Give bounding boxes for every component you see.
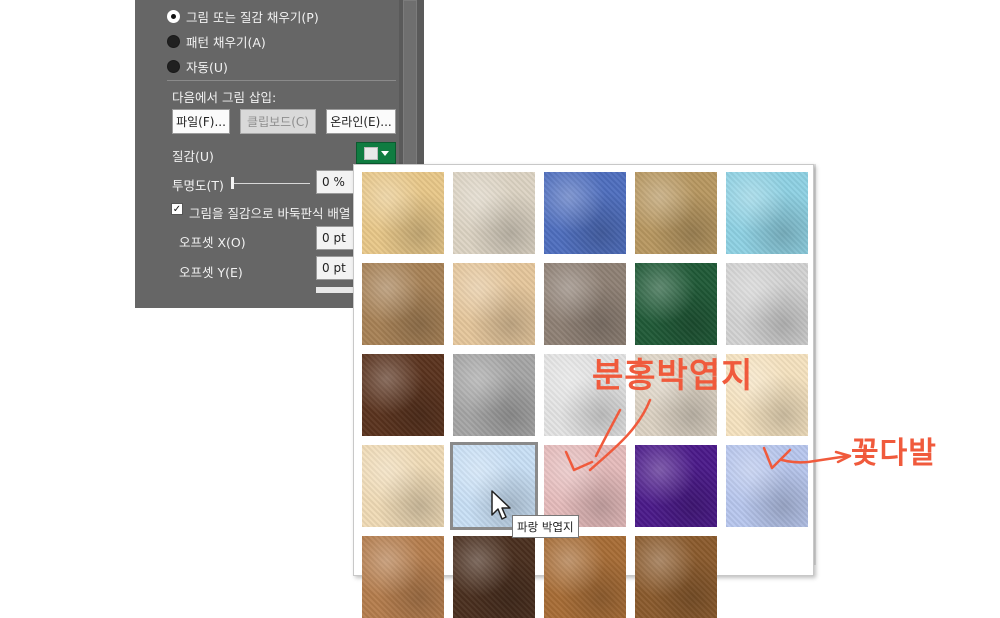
texture-green-marble[interactable] [635,263,717,345]
texture-tooltip: 파랑 박엽지 [512,515,579,538]
texture-paper-bag[interactable] [362,263,444,345]
texture-medium-wood[interactable] [635,536,717,618]
texture-preview-icon [364,146,378,160]
texture-sand[interactable] [544,263,626,345]
texture-oak[interactable] [544,536,626,618]
texture-fish-fossil[interactable] [453,263,535,345]
chevron-down-icon [381,150,389,156]
transparency-slider[interactable] [232,183,310,184]
offset-y-label: 오프셋 Y(E) [179,265,243,280]
transparency-slider-handle[interactable] [231,177,234,189]
tile-label: 그림을 질감으로 바둑판식 배열 [189,206,351,221]
fill-option-label: 패턴 채우기(A) [186,35,266,50]
annotation-pink-tissue: 분홍박엽지 [592,356,754,396]
texture-papyrus[interactable] [362,172,444,254]
annotation-bouquet: 꽃다발 [851,436,937,471]
radio-automatic[interactable] [167,60,180,73]
fill-option-automatic[interactable]: 자동(U) [167,57,228,76]
divider [167,80,396,81]
pane-scrollbar-thumb[interactable] [403,0,417,170]
fill-option-picture-texture[interactable]: 그림 또는 질감 채우기(P) [167,7,319,26]
tile-checkbox[interactable]: ✓ [171,203,183,215]
texture-dropdown-button[interactable] [356,142,396,164]
texture-cork[interactable] [362,536,444,618]
texture-label: 질감(U) [172,149,214,164]
texture-brown-marble[interactable] [362,354,444,436]
fill-option-pattern[interactable]: 패턴 채우기(A) [167,32,266,51]
file-button[interactable]: 파일(F)... [172,109,230,134]
texture-white-marble[interactable] [726,263,808,345]
arrow-bouquet-tail [834,450,852,464]
texture-woven-mat[interactable] [635,172,717,254]
mouse-cursor-icon [491,490,511,520]
fill-option-label: 자동(U) [186,60,228,75]
radio-pattern[interactable] [167,35,180,48]
texture-canvas[interactable] [453,172,535,254]
texture-purple-mesh[interactable] [635,445,717,527]
texture-water-droplets[interactable] [726,172,808,254]
texture-stationery[interactable] [362,445,444,527]
texture-denim[interactable] [544,172,626,254]
fill-option-label: 그림 또는 질감 채우기(P) [186,10,319,25]
online-button[interactable]: 온라인(E)... [326,109,396,134]
texture-walnut[interactable] [453,536,535,618]
clipboard-button[interactable]: 클립보드(C) [240,109,316,134]
insert-picture-label: 다음에서 그림 삽입: [172,90,277,105]
texture-bouquet[interactable] [726,445,808,527]
transparency-label: 투명도(T) [172,178,224,193]
offset-x-label: 오프셋 X(O) [179,235,246,250]
texture-granite[interactable] [453,354,535,436]
radio-picture-texture[interactable] [167,10,180,23]
